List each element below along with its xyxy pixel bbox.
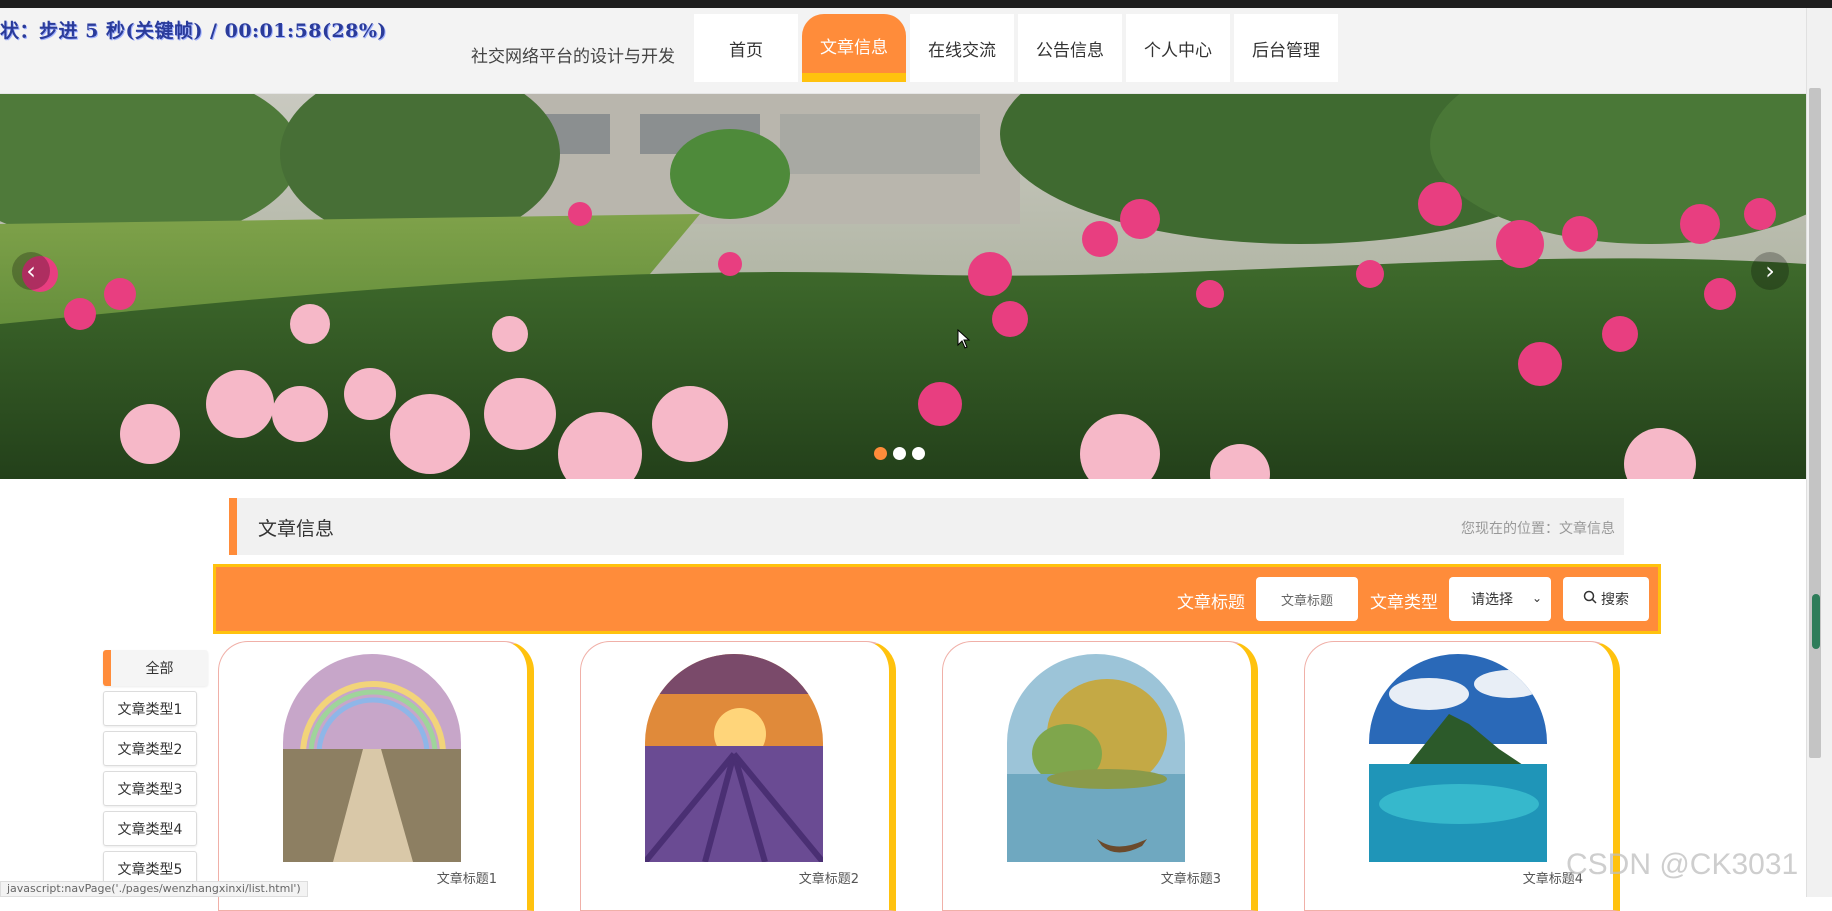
nav-item-admin[interactable]: 后台管理 bbox=[1234, 14, 1338, 82]
video-playback-overlay: 状：步进 5 秒(关键帧) / 00:01:58(28%) bbox=[0, 20, 387, 42]
type-select-value: 请选择 bbox=[1471, 592, 1513, 608]
window-top-strip bbox=[0, 0, 1832, 8]
category-item[interactable]: 文章类型4 bbox=[103, 811, 197, 846]
article-title[interactable]: 文章标题2 bbox=[799, 868, 859, 887]
banner-prev-button[interactable]: ‹ bbox=[12, 252, 50, 290]
type-filter-label: 文章类型 bbox=[1370, 593, 1438, 613]
banner-pagination bbox=[874, 447, 925, 460]
scrollbar-thumb[interactable] bbox=[1809, 88, 1821, 758]
chevron-down-icon: ⌄ bbox=[1531, 591, 1542, 605]
type-select[interactable]: 请选择 ⌄ bbox=[1449, 577, 1551, 621]
nav-item-profile[interactable]: 个人中心 bbox=[1126, 14, 1230, 82]
section-title: 文章信息 bbox=[258, 518, 335, 540]
banner-dot-3[interactable] bbox=[912, 447, 925, 460]
title-search-input[interactable]: 文章标题 bbox=[1256, 577, 1358, 621]
article-title[interactable]: 文章标题1 bbox=[437, 868, 497, 887]
search-button-label: 搜索 bbox=[1601, 592, 1629, 608]
nav-item-articles[interactable]: 文章信息 bbox=[802, 14, 906, 82]
title-filter-label: 文章标题 bbox=[1177, 593, 1245, 613]
banner-image bbox=[0, 94, 1806, 479]
article-card[interactable]: 文章标题3 bbox=[942, 641, 1258, 911]
chevron-right-icon: › bbox=[1765, 257, 1775, 285]
site-title: 社交网络平台的设计与开发 bbox=[471, 47, 675, 67]
search-icon bbox=[1583, 590, 1597, 608]
mouse-cursor-icon bbox=[957, 328, 971, 353]
category-item[interactable]: 文章类型1 bbox=[103, 691, 197, 726]
article-title[interactable]: 文章标题3 bbox=[1161, 868, 1221, 887]
main-nav: 首页 文章信息 在线交流 公告信息 个人中心 后台管理 bbox=[694, 14, 1338, 82]
search-bar bbox=[213, 564, 1661, 634]
search-button[interactable]: 搜索 bbox=[1563, 577, 1649, 621]
banner-dot-2[interactable] bbox=[893, 447, 906, 460]
category-list: 全部 文章类型1 文章类型2 文章类型3 文章类型4 文章类型5 bbox=[103, 650, 208, 891]
watermark: CSDN @CK3031 bbox=[1566, 848, 1799, 881]
category-item[interactable]: 文章类型3 bbox=[103, 771, 197, 806]
article-thumbnail[interactable] bbox=[645, 654, 823, 862]
banner-carousel bbox=[0, 94, 1806, 479]
category-item-all[interactable]: 全部 bbox=[103, 650, 208, 686]
nav-item-announcements[interactable]: 公告信息 bbox=[1018, 14, 1122, 82]
scroll-position-indicator bbox=[1812, 594, 1820, 649]
chevron-left-icon: ‹ bbox=[26, 257, 36, 285]
article-thumbnail[interactable] bbox=[1007, 654, 1185, 862]
article-thumbnail[interactable] bbox=[283, 654, 461, 862]
article-card[interactable]: 文章标题1 bbox=[218, 641, 534, 911]
section-header bbox=[229, 498, 1624, 555]
breadcrumb: 您现在的位置：文章信息 bbox=[1461, 521, 1615, 537]
article-card[interactable]: 文章标题2 bbox=[580, 641, 896, 911]
browser-status-url: javascript:navPage('./pages/wenzhangxinx… bbox=[0, 881, 308, 897]
banner-dot-1[interactable] bbox=[874, 447, 887, 460]
nav-item-chat[interactable]: 在线交流 bbox=[910, 14, 1014, 82]
category-item[interactable]: 文章类型2 bbox=[103, 731, 197, 766]
nav-item-home[interactable]: 首页 bbox=[694, 14, 798, 82]
article-thumbnail[interactable] bbox=[1369, 654, 1547, 862]
banner-next-button[interactable]: › bbox=[1751, 252, 1789, 290]
